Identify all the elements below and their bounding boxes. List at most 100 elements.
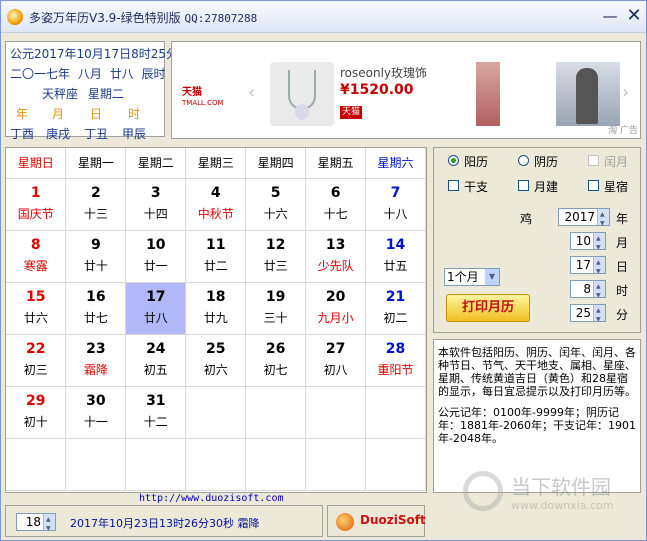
website-link[interactable]: http://www.duozisoft.com	[139, 493, 284, 504]
calendar-day-cell[interactable]: 12 廿三	[245, 230, 307, 283]
calendar-day-cell[interactable]: 11 廿二	[185, 230, 247, 283]
lunar-day-label: 三十	[263, 310, 288, 325]
calendar-day-cell[interactable]: 25 初六	[185, 334, 247, 387]
ganzhi-checkbox[interactable]	[448, 180, 459, 191]
ad-price: ¥1520.00	[340, 82, 414, 98]
font-size-spinner[interactable]: 18	[16, 512, 56, 537]
calendar-day-cell[interactable]: 16 廿七	[65, 282, 127, 335]
pillar-year: 丁酉	[10, 127, 35, 141]
chevron-down-icon[interactable]: ▼	[485, 269, 499, 285]
calendar-day-cell[interactable]: 27 初八	[305, 334, 367, 387]
day-number: 22	[25, 340, 46, 357]
hour-spin-buttons[interactable]	[593, 279, 605, 304]
star-checkbox[interactable]	[588, 180, 599, 191]
calendar-day-cell[interactable]: 24 初五	[125, 334, 187, 387]
calendar-day-cell[interactable]: 2 十三	[65, 178, 127, 231]
lunar-day-label: 廿二	[203, 258, 228, 273]
window-title: 多姿万年历V3.9-绿色特别版 QQ:27807288	[29, 9, 257, 26]
calendar-day-cell[interactable]: 5 十六	[245, 178, 307, 231]
calendar-day-cell[interactable]: 8 寒露	[6, 230, 67, 283]
weekday-header: 星期三	[185, 148, 247, 179]
lunar-day-label: 寒露	[23, 258, 48, 273]
calendar-empty-cell	[125, 438, 187, 491]
calendar-day-cell[interactable]: 15 廿六	[6, 282, 67, 335]
ad-next-arrow[interactable]: ›	[622, 82, 629, 103]
day-number: 23	[86, 340, 106, 357]
minute-spinner[interactable]: 25	[570, 303, 606, 328]
calendar-day-cell[interactable]: 10 廿一	[125, 230, 187, 283]
calendar-day-cell[interactable]: 28 重阳节	[365, 334, 426, 387]
calendar-day-cell[interactable]: 31 十二	[125, 386, 187, 439]
day-number: 19	[265, 288, 286, 305]
calendar-day-cell[interactable]: 6 十七	[305, 178, 367, 231]
minute-spin-buttons[interactable]	[593, 303, 605, 328]
zodiac-animal: 鸡	[520, 212, 533, 226]
calendar-day-cell[interactable]: 21 初二	[365, 282, 426, 335]
calendar-day-cell[interactable]: 23 霜降	[65, 334, 127, 387]
calendar-day-cell[interactable]: 22 初三	[6, 334, 67, 387]
leap-month-checkbox[interactable]	[588, 155, 599, 166]
calendar-day-cell[interactable]: 9 廿十	[65, 230, 127, 283]
print-calendar-button[interactable]: 打印月历	[446, 294, 530, 322]
calendar-day-cell[interactable]: 4 中秋节	[185, 178, 247, 231]
calendar-week-row: 8 寒露 9 廿十 10 廿一 11 廿二 12 廿三 13 少先队 14 廿五	[6, 230, 426, 283]
weekday-header: 星期六	[365, 148, 426, 179]
calendar-day-cell[interactable]: 3 十四	[125, 178, 187, 231]
pillar-label-hour: 时	[128, 107, 141, 121]
day-number	[246, 393, 305, 413]
month-unit: 月	[616, 236, 629, 250]
font-size-spin-buttons[interactable]	[43, 512, 55, 537]
calendar-day-cell[interactable]: 14 廿五	[365, 230, 426, 283]
close-button[interactable]: ✕	[625, 7, 643, 25]
calendar-day-cell[interactable]: 1 国庆节	[6, 178, 67, 231]
calendar-day-cell[interactable]: 7 十八	[365, 178, 426, 231]
monthjian-checkbox[interactable]	[518, 180, 529, 191]
solar-radio[interactable]	[448, 155, 459, 166]
year-spinner[interactable]: 2017	[558, 207, 610, 232]
day-number: 18	[205, 288, 226, 305]
ad-banner[interactable]: 天猫 TMALL.COM ‹ roseonly玫瑰饰 ¥1520.00 天猫 › …	[171, 41, 641, 139]
ad-prev-arrow[interactable]: ‹	[248, 82, 255, 103]
lunar-day-label: 廿九	[203, 310, 228, 325]
minimize-button[interactable]: —	[601, 7, 619, 25]
lunar-hour: 辰时	[141, 67, 166, 81]
calendar-week-row: 1 国庆节 2 十三 3 十四 4 中秋节 5 十六 6 十七 7 十八	[6, 178, 426, 231]
pillar-labels: 年月日时	[10, 104, 160, 124]
minute-value: 25	[575, 306, 591, 320]
pillar-label-day: 日	[90, 107, 103, 121]
calendar-day-cell[interactable]: 17 廿八	[125, 282, 187, 335]
month-calendar: 星期日 星期一 星期二 星期三 星期四 星期五 星期六 1 国庆节 2 十三 3 十四 4 中秋节 5 十六 6…	[5, 147, 427, 493]
day-number: 30	[86, 392, 106, 409]
day-number	[186, 393, 245, 413]
day-number: 12	[265, 236, 286, 253]
calendar-day-cell[interactable]: 20 九月小	[305, 282, 367, 335]
day-number: 20	[325, 288, 346, 305]
year-spin-buttons[interactable]	[597, 207, 609, 232]
calendar-day-cell[interactable]: 26 初七	[245, 334, 307, 387]
day-number: 24	[146, 340, 166, 357]
hour-spinner[interactable]: 8	[570, 279, 606, 304]
range-select[interactable]: 1个月 ▼	[444, 268, 500, 286]
zodiac-weekday: 天秤座 星期二	[10, 84, 160, 104]
calendar-week-row: 15 廿六 16 廿七 17 廿八 18 廿九 19 三十 20 九月小 21 初二	[6, 282, 426, 335]
necklace-image	[270, 62, 334, 126]
calendar-day-cell[interactable]: 18 廿九	[185, 282, 247, 335]
lunar-day-label: 廿八	[143, 310, 168, 325]
day-spin-buttons[interactable]	[593, 255, 605, 280]
lunar-radio[interactable]	[518, 155, 529, 166]
calendar-day-cell[interactable]: 30 十一	[65, 386, 127, 439]
font-size-value: 18	[25, 515, 41, 529]
calendar-day-cell[interactable]: 13 少先队	[305, 230, 367, 283]
lunar-day-label: 九月小	[317, 310, 354, 325]
calendar-day-cell[interactable]: 29 初十	[6, 386, 67, 439]
duozisoft-logo-button[interactable]: DuoziSoft	[327, 505, 426, 537]
calendar-day-cell[interactable]: 19 三十	[245, 282, 307, 335]
month-spinner[interactable]: 10	[570, 231, 606, 256]
month-spin-buttons[interactable]	[593, 231, 605, 256]
day-number: 15	[25, 288, 46, 305]
gregorian-datetime: 公元2017年10月17日8时25分	[10, 47, 178, 61]
weekday-header: 星期日	[6, 148, 67, 179]
day-spinner[interactable]: 17	[570, 255, 606, 280]
duozisoft-logo-icon	[336, 513, 354, 531]
title-bar[interactable]: 多姿万年历V3.9-绿色特别版 QQ:27807288 — ✕	[1, 1, 646, 33]
